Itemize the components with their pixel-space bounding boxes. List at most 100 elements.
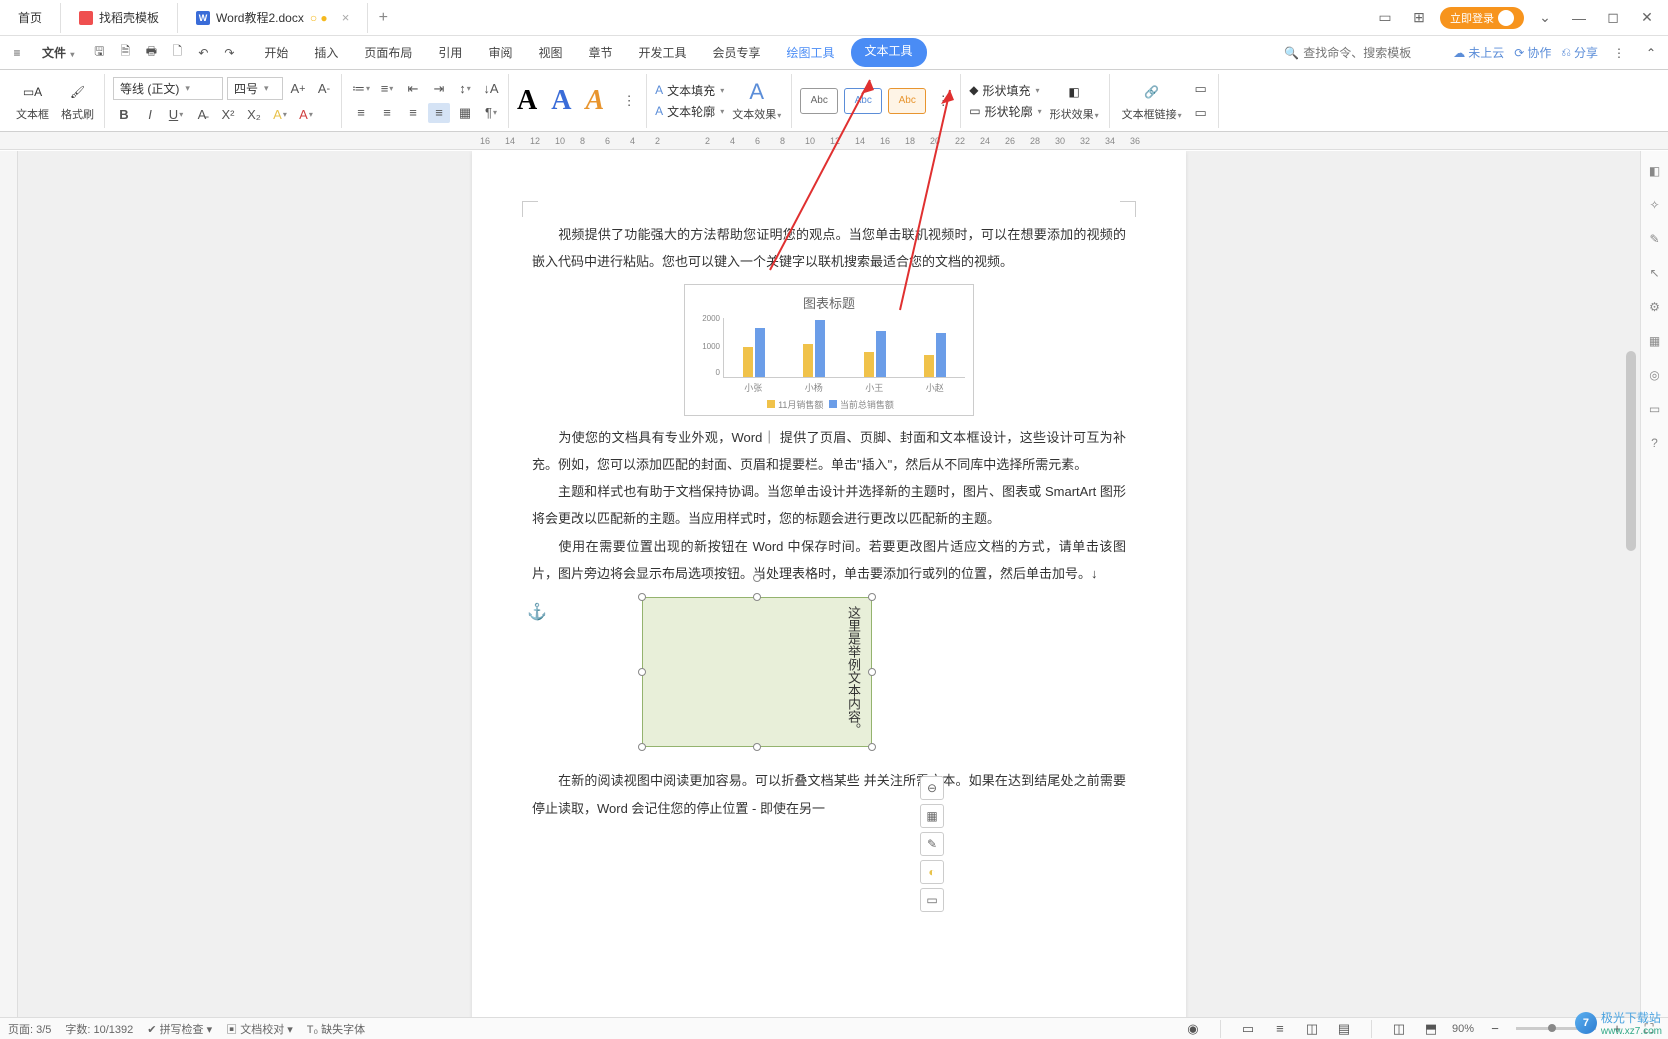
cloud-status[interactable]: ☁ 未上云 xyxy=(1453,44,1504,61)
shape-outline-button[interactable]: 形状轮廓 xyxy=(985,103,1033,120)
text-style-2[interactable]: A xyxy=(551,85,571,117)
menutab-dev[interactable]: 开发工具 xyxy=(628,38,696,67)
status-spell[interactable]: ✔ 拼写检查 ▾ xyxy=(147,1021,212,1037)
selected-textbox-shape[interactable]: ⚓ 这里是举例文本内容。 xyxy=(642,597,872,747)
menutab-review[interactable]: 审阅 xyxy=(478,38,522,67)
indent-inc-icon[interactable]: ⇥ xyxy=(428,79,450,99)
paragraph[interactable]: 使用在需要位置出现的新按钮在 Word 中保存时间。若要更改图片适应文档的方式，… xyxy=(532,533,1126,588)
decrease-font-icon[interactable]: A- xyxy=(313,79,335,99)
shape-style-1[interactable]: Abc xyxy=(800,88,838,114)
vertical-ruler[interactable] xyxy=(0,151,18,1017)
resize-handle[interactable] xyxy=(753,593,761,601)
sp-select-icon[interactable]: ↖ xyxy=(1645,263,1665,283)
line-spacing-icon[interactable]: ↕▾ xyxy=(454,79,476,99)
menutab-insert[interactable]: 插入 xyxy=(304,38,348,67)
superscript-button[interactable]: X² xyxy=(217,104,239,124)
underline-button[interactable]: U▾ xyxy=(165,104,187,124)
hamburger-icon[interactable]: ≡ xyxy=(6,42,28,64)
ribbon-toggle-icon[interactable]: ⌄ xyxy=(1532,5,1558,31)
text-style-3[interactable]: A xyxy=(585,85,604,117)
view-page-icon[interactable]: ▭ xyxy=(1237,1019,1259,1039)
print-icon[interactable]: 🖶 xyxy=(140,42,162,64)
textbox-button[interactable]: ▭A 文本框 xyxy=(12,78,53,124)
command-search[interactable]: 🔍 xyxy=(1284,46,1443,60)
file-menu[interactable]: 文件 ▾ xyxy=(32,40,84,65)
tab-home[interactable]: 首页 xyxy=(0,3,61,33)
view-web-icon[interactable]: ◫ xyxy=(1301,1019,1323,1039)
layout-icon[interactable]: ▭ xyxy=(1372,5,1398,31)
paragraph[interactable]: 在新的阅读视图中阅读更加容易。可以折叠文档某些 并关注所需文本。如果在达到结尾处… xyxy=(532,767,1126,822)
status-words[interactable]: 字数: 10/1392 xyxy=(65,1021,133,1037)
font-color-button[interactable]: A▾ xyxy=(295,104,317,124)
sort-icon[interactable]: ↓A xyxy=(480,79,502,99)
resize-handle[interactable] xyxy=(638,593,646,601)
view-outline-icon[interactable]: ≡ xyxy=(1269,1019,1291,1039)
text-style-1[interactable]: A xyxy=(517,85,537,117)
sp-settings-icon[interactable]: ⚙ xyxy=(1645,297,1665,317)
paragraph-spacing-icon[interactable]: ¶▾ xyxy=(480,103,502,123)
share-button[interactable]: ⎌ 分享 xyxy=(1561,44,1598,61)
resize-handle[interactable] xyxy=(753,743,761,751)
zoom-out-button[interactable]: − xyxy=(1484,1019,1506,1039)
resize-handle[interactable] xyxy=(638,668,646,676)
window-maximize-button[interactable]: ◻ xyxy=(1600,5,1626,31)
shape-effect-button[interactable]: ◧ 形状效果▾ xyxy=(1046,78,1103,124)
new-tab-button[interactable]: + xyxy=(368,9,398,27)
view-read-icon[interactable]: ▤ xyxy=(1333,1019,1355,1039)
number-list-icon[interactable]: ≡▾ xyxy=(376,79,398,99)
text-fill-button[interactable]: 文本填充 xyxy=(667,82,715,99)
menutab-vip[interactable]: 会员专享 xyxy=(703,38,771,67)
tab-close-icon[interactable]: × xyxy=(342,10,350,25)
horizontal-ruler[interactable]: 16 14 12 10 8 6 4 2 2 4 6 8 10 12 14 16 … xyxy=(0,132,1668,150)
paragraph[interactable]: 主题和样式也有助于文档保持协调。当您单击设计并选择新的主题时，图片、图表或 Sm… xyxy=(532,478,1126,533)
bold-button[interactable]: B xyxy=(113,104,135,124)
document-viewport[interactable]: 视频提供了功能强大的方法帮助您证明您的观点。当您单击联机视频时，可以在想要添加的… xyxy=(18,151,1640,1017)
zoom-level[interactable]: 90% xyxy=(1452,1023,1474,1035)
shape-style-3[interactable]: Abc xyxy=(888,88,926,114)
textbox-content[interactable]: 这里是举例文本内容。 xyxy=(842,606,863,736)
distribute-icon[interactable]: ▦ xyxy=(454,103,476,123)
indent-dec-icon[interactable]: ⇤ xyxy=(402,79,424,99)
next-link-icon[interactable]: ▭ xyxy=(1190,103,1212,123)
fill-shape-button[interactable]: ◐ xyxy=(920,860,944,884)
subscript-button[interactable]: X₂ xyxy=(243,104,265,124)
text-style-more[interactable]: ⋮ xyxy=(618,91,640,111)
print-preview-icon[interactable]: 🗋 xyxy=(166,42,188,64)
fit-page-icon[interactable]: ⬒ xyxy=(1420,1019,1442,1039)
focus-mode-icon[interactable]: ◉ xyxy=(1182,1019,1204,1039)
sp-help-icon[interactable]: ? xyxy=(1645,433,1665,453)
menutab-drawtools[interactable]: 绘图工具 xyxy=(777,38,845,67)
status-missing-font[interactable]: T₀ 缺失字体 xyxy=(307,1021,365,1037)
fit-width-icon[interactable]: ◫ xyxy=(1388,1019,1410,1039)
tab-daoke[interactable]: 找稻壳模板 xyxy=(61,3,178,33)
sp-info-icon[interactable]: ◎ xyxy=(1645,365,1665,385)
menutab-view[interactable]: 视图 xyxy=(528,38,572,67)
font-size-select[interactable]: 四号 xyxy=(227,77,283,100)
shape-fill-button[interactable]: 形状填充 xyxy=(982,82,1030,99)
resize-handle[interactable] xyxy=(868,743,876,751)
vertical-scrollbar[interactable] xyxy=(1624,151,1638,1017)
more-shape-button[interactable]: ▭ xyxy=(920,888,944,912)
paragraph[interactable]: 为使您的文档具有专业外观，Word｜ 提供了页眉、页脚、封面和文本框设计，这些设… xyxy=(532,424,1126,479)
shape-style-more[interactable]: ⋮ xyxy=(932,91,954,111)
login-button[interactable]: 立即登录 xyxy=(1440,7,1524,29)
align-center-icon[interactable]: ≡ xyxy=(376,103,398,123)
menutab-texttools[interactable]: 文本工具 xyxy=(851,38,927,67)
status-page[interactable]: 页面: 3/5 xyxy=(8,1021,51,1037)
bullet-list-icon[interactable]: ≔▾ xyxy=(350,79,372,99)
delete-shape-button[interactable]: ⊖ xyxy=(920,776,944,800)
document-page[interactable]: 视频提供了功能强大的方法帮助您证明您的观点。当您单击联机视频时，可以在想要添加的… xyxy=(472,151,1186,1017)
sp-view-icon[interactable]: ▭ xyxy=(1645,399,1665,419)
undo-icon[interactable]: ↶ xyxy=(192,42,214,64)
sp-style-icon[interactable]: ✧ xyxy=(1645,195,1665,215)
more-icon[interactable]: ⋮ xyxy=(1608,42,1630,64)
collapse-ribbon-icon[interactable]: ⌃ xyxy=(1640,42,1662,64)
embedded-chart[interactable]: 图表标题 2000 1000 0 小张 小杨 小王 小赵 11月销售额 xyxy=(684,284,974,416)
resize-handle[interactable] xyxy=(868,593,876,601)
window-close-button[interactable]: ✕ xyxy=(1634,5,1660,31)
textbox-link-button[interactable]: 🔗 文本框链接▾ xyxy=(1118,78,1186,124)
menutab-layout[interactable]: 页面布局 xyxy=(354,38,422,67)
strike-button[interactable]: A̵ xyxy=(191,104,213,124)
menutab-section[interactable]: 章节 xyxy=(578,38,622,67)
paragraph[interactable]: 视频提供了功能强大的方法帮助您证明您的观点。当您单击联机视频时，可以在想要添加的… xyxy=(532,221,1126,276)
